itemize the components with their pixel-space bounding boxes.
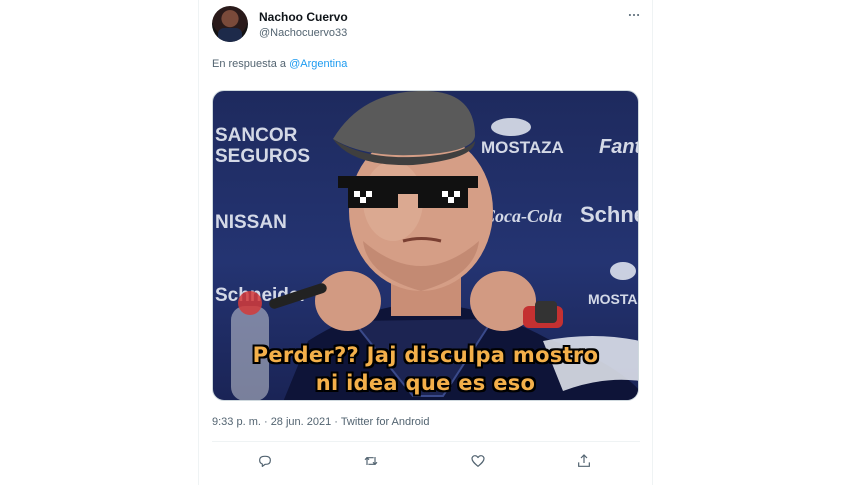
- share-icon: [578, 454, 590, 467]
- tweet-card: Nachoo Cuervo @Nachocuervo33 En respuest…: [198, 0, 653, 485]
- divider: [212, 441, 640, 442]
- more-options-button[interactable]: [623, 6, 645, 24]
- like-button[interactable]: [467, 450, 489, 472]
- backdrop-logo-schne: Schne: [580, 202, 639, 227]
- backdrop-logo-mostaza-2: MOSTAZA: [588, 291, 639, 307]
- retweet-button[interactable]: [360, 450, 382, 472]
- backdrop-logo-cocacola: Coca-Cola: [483, 206, 562, 226]
- backdrop-logo-sancor: SANCOR: [215, 125, 298, 146]
- user-handle[interactable]: @Nachocuervo33: [259, 27, 347, 39]
- more-horizontal-icon: [628, 13, 640, 17]
- meme-caption-line-1: Perder?? Jaj disculpa mostro: [252, 343, 599, 367]
- meme-caption-line-2: ni idea que es eso: [315, 371, 536, 395]
- reply-prefix: En respuesta a: [212, 58, 286, 70]
- backdrop-logo-seguros: SEGUROS: [215, 146, 310, 167]
- backdrop-logo-fanta: Fanta: [599, 136, 639, 158]
- tweet-actions: [212, 448, 640, 474]
- tweet-timestamp[interactable]: 9:33 p. m. · 28 jun. 2021 · Twitter for …: [212, 416, 429, 428]
- reply-button[interactable]: [254, 450, 276, 472]
- share-button[interactable]: [573, 450, 595, 472]
- reply-mention-link[interactable]: @Argentina: [289, 58, 347, 70]
- display-name[interactable]: Nachoo Cuervo: [259, 10, 348, 24]
- tweet-media-image[interactable]: SANCOR SEGUROS NISSAN Schneider MOSTAZA …: [212, 90, 639, 401]
- backdrop-logo-mostaza: MOSTAZA: [481, 138, 564, 157]
- backdrop-logo-nissan: NISSAN: [215, 212, 287, 233]
- heart-icon: [471, 455, 485, 467]
- avatar[interactable]: [212, 6, 248, 42]
- retweet-icon: [364, 456, 378, 466]
- reply-context: En respuesta a @Argentina: [212, 58, 347, 70]
- reply-icon: [259, 455, 271, 467]
